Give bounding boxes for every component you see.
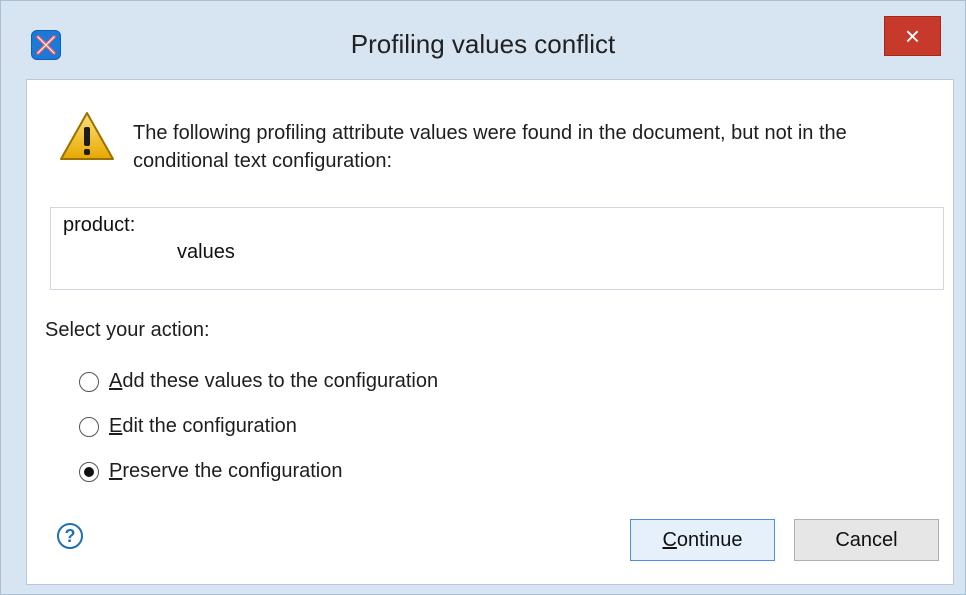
warning-icon: [58, 110, 116, 162]
continue-button[interactable]: Continue: [630, 519, 775, 561]
radio-edit-configuration[interactable]: [79, 416, 99, 437]
radio-add-values[interactable]: [79, 371, 99, 392]
option-add-values[interactable]: Add these values to the configuration: [79, 370, 438, 393]
action-label: Select your action:: [45, 319, 210, 341]
attribute-name: product:: [63, 214, 136, 236]
attribute-value: values: [177, 241, 235, 263]
radio-preserve-configuration[interactable]: [79, 461, 99, 482]
option-edit-configuration[interactable]: Edit the configuration: [79, 415, 297, 438]
close-icon: ×: [904, 21, 921, 51]
option-preserve-configuration-label: Preserve the configuration: [109, 460, 343, 482]
option-add-values-label: Add these values to the configuration: [109, 370, 439, 392]
help-icon[interactable]: ?: [57, 523, 83, 549]
title-bar: Profiling values conflict ×: [1, 1, 965, 60]
conflict-values-list[interactable]: product: values: [50, 207, 944, 290]
option-preserve-configuration[interactable]: Preserve the configuration: [79, 460, 342, 483]
continue-label: Continue: [662, 528, 743, 551]
dialog-window: Profiling values conflict × The followin…: [0, 0, 966, 595]
cancel-button[interactable]: Cancel: [794, 519, 939, 561]
window-title: Profiling values conflict: [350, 29, 616, 59]
close-button[interactable]: ×: [884, 16, 941, 56]
option-edit-configuration-label: Edit the configuration: [109, 415, 297, 437]
radio-selected-dot: [84, 466, 94, 477]
warning-message: The following profiling attribute values…: [133, 122, 847, 172]
dialog-content: The following profiling attribute values…: [26, 79, 954, 585]
